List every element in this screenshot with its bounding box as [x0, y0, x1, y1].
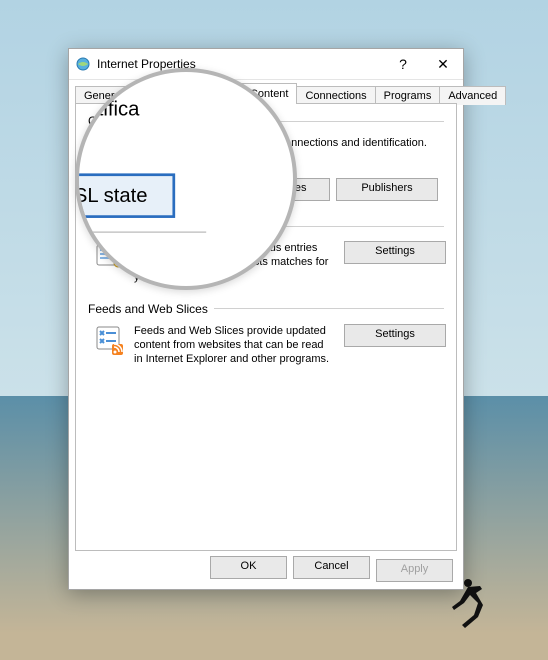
dialog-footer: OK Cancel Apply [69, 551, 463, 589]
zoom-certificates-text: Use certifica [75, 98, 139, 121]
divider [214, 308, 444, 309]
close-button[interactable]: ✕ [423, 49, 463, 79]
zoom-clear-ssl-button: Clear SSL state [75, 173, 174, 218]
feeds-settings-button[interactable]: Settings [344, 324, 446, 347]
autocomplete-settings-button[interactable]: Settings [344, 241, 446, 264]
feeds-section: Feeds and Web Slices Feeds and Web Slice… [88, 302, 444, 367]
feeds-heading: Feeds and Web Slices [88, 302, 208, 316]
internet-options-icon [75, 56, 91, 72]
ok-button[interactable]: OK [210, 556, 287, 579]
titlebar: Internet Properties ? ✕ [69, 49, 463, 80]
magnifier-overlay: Content Use certifica Clear SSL state Co… [75, 68, 297, 290]
apply-button[interactable]: Apply [376, 559, 453, 582]
publishers-button[interactable]: Publishers [336, 178, 438, 201]
help-button[interactable]: ? [383, 49, 423, 79]
zoom-divider [75, 231, 206, 232]
cancel-button[interactable]: Cancel [293, 556, 370, 579]
feeds-desc: Feeds and Web Slices provide updated con… [134, 324, 338, 367]
feeds-icon [94, 324, 126, 356]
